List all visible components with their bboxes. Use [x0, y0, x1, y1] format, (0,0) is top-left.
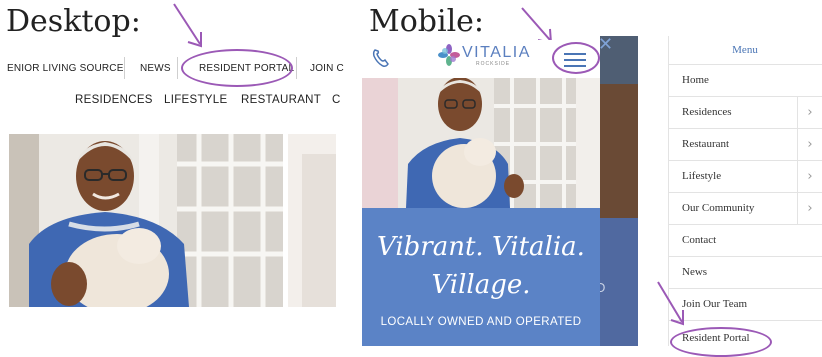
nav-link-residences[interactable]: RESIDENCES — [75, 94, 153, 106]
nav-link-restaurant[interactable]: RESTAURANT — [241, 94, 321, 106]
menu-title: Menu — [668, 36, 822, 65]
mobile-heading: Mobile: — [369, 4, 485, 39]
nav-link-lifestyle[interactable]: LIFESTYLE — [164, 94, 227, 106]
arrow-annotation-icon — [173, 3, 202, 48]
menu-item-label: Home — [682, 74, 709, 86]
nav-link-join[interactable]: JOIN C — [310, 63, 344, 74]
menu-item-lifestyle[interactable]: Lifestyle › — [668, 161, 822, 193]
man-with-alpaca-image — [362, 78, 600, 208]
menu-item-label: Our Community — [682, 202, 755, 214]
nav-link-senior-living-source[interactable]: ENIOR LIVING SOURCE — [7, 63, 124, 74]
chevron-right-icon[interactable]: › — [797, 193, 822, 224]
hero-photo-partial-image — [288, 134, 336, 307]
nav-divider — [177, 57, 178, 79]
menu-item-label: Lifestyle — [682, 170, 722, 182]
nav-divider — [296, 57, 297, 79]
highlight-circle — [181, 49, 293, 87]
logo-subtext: ROCKSIDE — [476, 61, 511, 67]
nav-divider — [124, 57, 125, 79]
dimmed-background-panel: D — [600, 36, 638, 346]
menu-item-label: Restaurant — [682, 138, 730, 150]
hero-script-line-1: Vibrant. Vitalia. — [377, 232, 585, 262]
menu-item-label: Join Our Team — [682, 298, 748, 310]
mobile-hero-banner: Vibrant. Vitalia. Village. LOCALLY OWNED… — [362, 208, 600, 346]
chevron-right-icon[interactable]: › — [797, 161, 822, 192]
menu-item-contact[interactable]: Contact — [668, 225, 822, 257]
highlight-circle — [670, 327, 772, 357]
menu-item-our-community[interactable]: Our Community › — [668, 193, 822, 225]
phone-icon[interactable] — [371, 48, 389, 68]
menu-item-label: News — [682, 266, 708, 278]
menu-item-join-our-team[interactable]: Join Our Team — [668, 289, 822, 321]
menu-item-news[interactable]: News — [668, 257, 822, 289]
menu-item-label: Residences — [682, 106, 732, 118]
chevron-right-icon[interactable]: › — [797, 97, 822, 128]
vitalia-logo-icon — [438, 44, 460, 66]
menu-item-restaurant[interactable]: Restaurant › — [668, 129, 822, 161]
dimmed-text-fragment: D — [600, 280, 606, 295]
menu-item-label: Contact — [682, 234, 717, 246]
dimmed-banner — [600, 218, 638, 346]
logo-text: VITALIA — [462, 44, 531, 61]
hero-tagline: LOCALLY OWNED AND OPERATED — [380, 316, 582, 328]
close-icon[interactable]: ✕ — [598, 34, 613, 55]
menu-item-home[interactable]: Home — [668, 65, 822, 97]
hero-script-line-2: Village. — [431, 270, 531, 300]
hero-photo-partial — [288, 134, 336, 307]
chevron-right-icon[interactable]: › — [797, 129, 822, 160]
arrow-annotation-icon — [657, 281, 684, 326]
dimmed-photo — [600, 84, 638, 218]
desktop-heading: Desktop: — [6, 4, 141, 39]
nav-link-news[interactable]: NEWS — [140, 63, 171, 74]
highlight-circle — [552, 42, 600, 74]
man-with-alpaca-image — [9, 134, 283, 307]
mobile-hero-photo — [362, 78, 600, 208]
nav-link-partial[interactable]: C — [332, 94, 341, 106]
hero-photo — [9, 134, 283, 307]
menu-item-residences[interactable]: Residences › — [668, 97, 822, 129]
